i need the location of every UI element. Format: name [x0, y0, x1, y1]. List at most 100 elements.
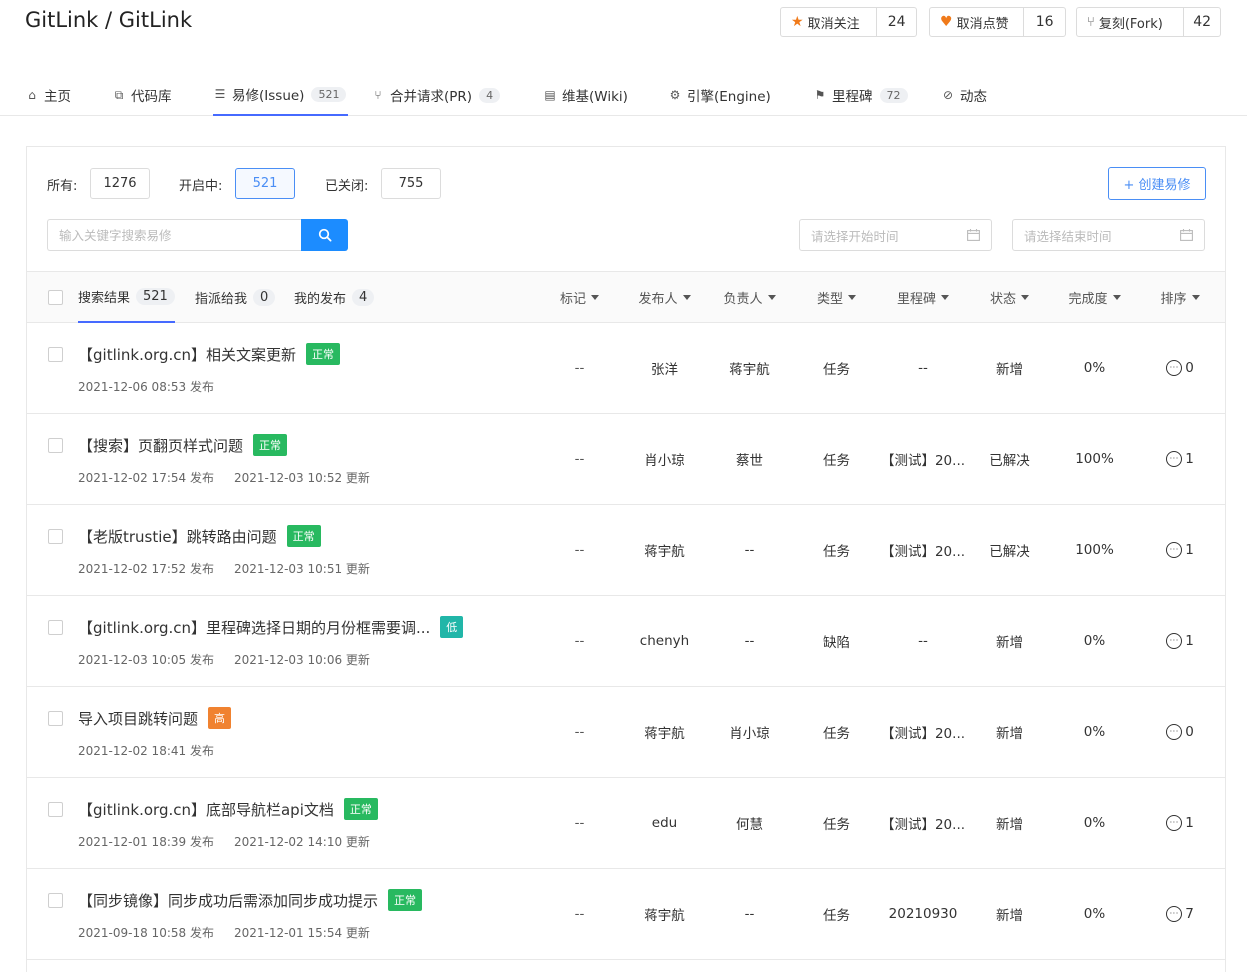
author-cell[interactable]: 蒋宇航: [622, 505, 707, 595]
tab-pull-requests[interactable]: ⑂ 合并请求(PR) 4: [371, 74, 501, 116]
tab-assigned-to-me[interactable]: 指派给我 0: [195, 272, 276, 323]
column-milestone-dropdown[interactable]: 里程碑: [879, 272, 967, 323]
issue-title[interactable]: 【gitlink.org.cn】里程碑选择日期的月份框需要调...: [78, 617, 430, 638]
issue-title[interactable]: 【gitlink.org.cn】相关文案更新: [78, 344, 296, 365]
comment-count[interactable]: ··· 0: [1140, 323, 1220, 413]
column-assignee-dropdown[interactable]: 负责人: [707, 272, 792, 323]
row-checkbox[interactable]: [48, 438, 63, 453]
priority-badge: 正常: [253, 434, 288, 456]
unwatch-button[interactable]: ★ 取消关注: [781, 8, 878, 36]
row-checkbox[interactable]: [48, 620, 63, 635]
comment-count[interactable]: ··· 1: [1140, 414, 1220, 504]
milestone-cell[interactable]: 20210930: [879, 869, 967, 959]
row-checkbox[interactable]: [48, 893, 63, 908]
author-cell[interactable]: edu: [622, 778, 707, 868]
filter-closed-label: 已关闭:: [325, 179, 369, 194]
issue-row[interactable]: 导入项目跳转问题 高 2021-12-02 18:41 发布 -- 蒋宇航 肖小…: [27, 687, 1225, 778]
type-cell: 缺陷: [823, 635, 850, 651]
watch-count[interactable]: 24: [877, 8, 916, 36]
tab-engine[interactable]: ⚙ 引擎(Engine): [668, 74, 771, 116]
author-cell[interactable]: 蒋宇航: [622, 869, 707, 959]
comment-count[interactable]: ··· 1: [1140, 596, 1220, 686]
assignee-cell[interactable]: 何慧: [707, 778, 792, 868]
milestone-cell[interactable]: --: [879, 596, 967, 686]
milestone-cell[interactable]: 【测试】20...: [879, 505, 967, 595]
comment-count[interactable]: ··· 1: [1140, 505, 1220, 595]
assignee-cell[interactable]: 蒋宇航: [707, 323, 792, 413]
fork-count[interactable]: 42: [1184, 8, 1220, 36]
issue-row[interactable]: 【老版trustie】跳转路由问题 正常 2021-12-02 17:52 发布…: [27, 505, 1225, 596]
end-date-picker[interactable]: 请选择结束时间: [1012, 219, 1205, 251]
comment-icon: ···: [1166, 724, 1183, 740]
fork-button[interactable]: ⑂ 复刻(Fork): [1077, 8, 1185, 36]
issue-title[interactable]: 导入项目跳转问题: [78, 708, 198, 729]
filter-all-button[interactable]: 1276: [90, 168, 150, 199]
progress-cell: 0%: [1083, 724, 1106, 740]
assignee-cell[interactable]: --: [707, 869, 792, 959]
assignee-cell[interactable]: 蔡世: [707, 414, 792, 504]
assignee-cell[interactable]: --: [707, 596, 792, 686]
filter-closed-button[interactable]: 755: [381, 168, 441, 199]
column-sort-dropdown[interactable]: 排序: [1140, 272, 1220, 323]
search-icon: [318, 228, 332, 242]
unlike-button[interactable]: ♥ 取消点赞: [930, 8, 1025, 36]
issue-title[interactable]: 【gitlink.org.cn】底部导航栏api文档: [78, 799, 334, 820]
row-checkbox[interactable]: [48, 529, 63, 544]
milestone-cell[interactable]: 【测试】20...: [879, 687, 967, 777]
column-tag-dropdown[interactable]: 标记: [537, 272, 622, 323]
column-label: 标记: [559, 292, 586, 307]
tab-wiki[interactable]: ▤ 维基(Wiki): [543, 74, 628, 116]
tag-cell: --: [574, 906, 585, 922]
milestone-cell[interactable]: 【测试】20...: [879, 414, 967, 504]
comment-count[interactable]: ··· 1: [1140, 778, 1220, 868]
tab-activity[interactable]: ⊘ 动态: [941, 74, 987, 116]
assignee-cell[interactable]: 肖小琼: [707, 687, 792, 777]
tab-issues[interactable]: ☰ 易修(Issue) 521: [213, 74, 349, 116]
search-button[interactable]: [301, 219, 348, 251]
updated-time: 2021-12-01 15:54 更新: [233, 926, 370, 940]
column-status-dropdown[interactable]: 状态: [967, 272, 1052, 323]
comment-count[interactable]: ··· 0: [1140, 687, 1220, 777]
tab-label: 引擎(Engine): [687, 89, 771, 105]
issue-row[interactable]: 【gitlink.org.cn】里程碑选择日期的月份框需要调... 低 2021…: [27, 596, 1225, 687]
issue-row[interactable]: 【gitlink.org.cn】底部导航栏api文档 正常 2021-12-01…: [27, 778, 1225, 869]
issue-row[interactable]: 【搜索】页翻页样式问题 正常 2021-12-02 17:54 发布 2021-1…: [27, 414, 1225, 505]
tab-code[interactable]: ⧉ 代码库: [112, 74, 172, 116]
row-checkbox[interactable]: [48, 711, 63, 726]
issue-title[interactable]: 【同步镜像】同步成功后需添加同步成功提示: [78, 890, 378, 911]
search-input[interactable]: [47, 219, 302, 251]
progress-cell: 100%: [1075, 542, 1114, 558]
repo-title[interactable]: GitLink / GitLink: [25, 8, 192, 32]
column-progress-dropdown[interactable]: 完成度: [1052, 272, 1137, 323]
issue-title[interactable]: 【老版trustie】跳转路由问题: [78, 526, 277, 547]
tab-home[interactable]: ⌂ 主页: [25, 74, 71, 116]
column-type-dropdown[interactable]: 类型: [794, 272, 879, 323]
issue-row[interactable]: 【同步镜像】同步成功后需添加同步成功提示 正常 2021-09-18 10:58…: [27, 869, 1225, 960]
start-date-placeholder: 请选择开始时间: [811, 228, 899, 244]
like-count[interactable]: 16: [1024, 8, 1065, 36]
tab-my-published[interactable]: 我的发布 4: [294, 272, 375, 323]
author-cell[interactable]: 肖小琼: [622, 414, 707, 504]
create-issue-button[interactable]: + 创建易修: [1108, 167, 1206, 200]
author-cell[interactable]: 蒋宇航: [622, 687, 707, 777]
milestone-cell[interactable]: 【测试】20...: [879, 778, 967, 868]
milestone-cell[interactable]: --: [879, 323, 967, 413]
book-icon: ▤: [544, 88, 556, 102]
issue-title[interactable]: 【搜索】页翻页样式问题: [78, 435, 243, 456]
tab-milestones[interactable]: ⚑ 里程碑 72: [813, 74, 908, 116]
author-cell[interactable]: 张洋: [622, 323, 707, 413]
comment-count[interactable]: ··· 7: [1140, 869, 1220, 959]
filter-open-button[interactable]: 521: [235, 168, 295, 199]
author-cell[interactable]: chenyh: [622, 596, 707, 686]
row-checkbox[interactable]: [48, 802, 63, 817]
start-date-picker[interactable]: 请选择开始时间: [799, 219, 992, 251]
select-all-checkbox[interactable]: [48, 290, 63, 305]
caret-down-icon: [591, 295, 599, 300]
fork-group: ⑂ 复刻(Fork) 42: [1076, 7, 1221, 37]
caret-down-icon: [767, 295, 776, 300]
issue-row[interactable]: 【gitlink.org.cn】相关文案更新 正常 2021-12-06 08:…: [27, 323, 1225, 414]
row-checkbox[interactable]: [48, 347, 63, 362]
column-author-dropdown[interactable]: 发布人: [622, 272, 707, 323]
tab-search-results[interactable]: 搜索结果 521: [78, 272, 175, 323]
assignee-cell[interactable]: --: [707, 505, 792, 595]
